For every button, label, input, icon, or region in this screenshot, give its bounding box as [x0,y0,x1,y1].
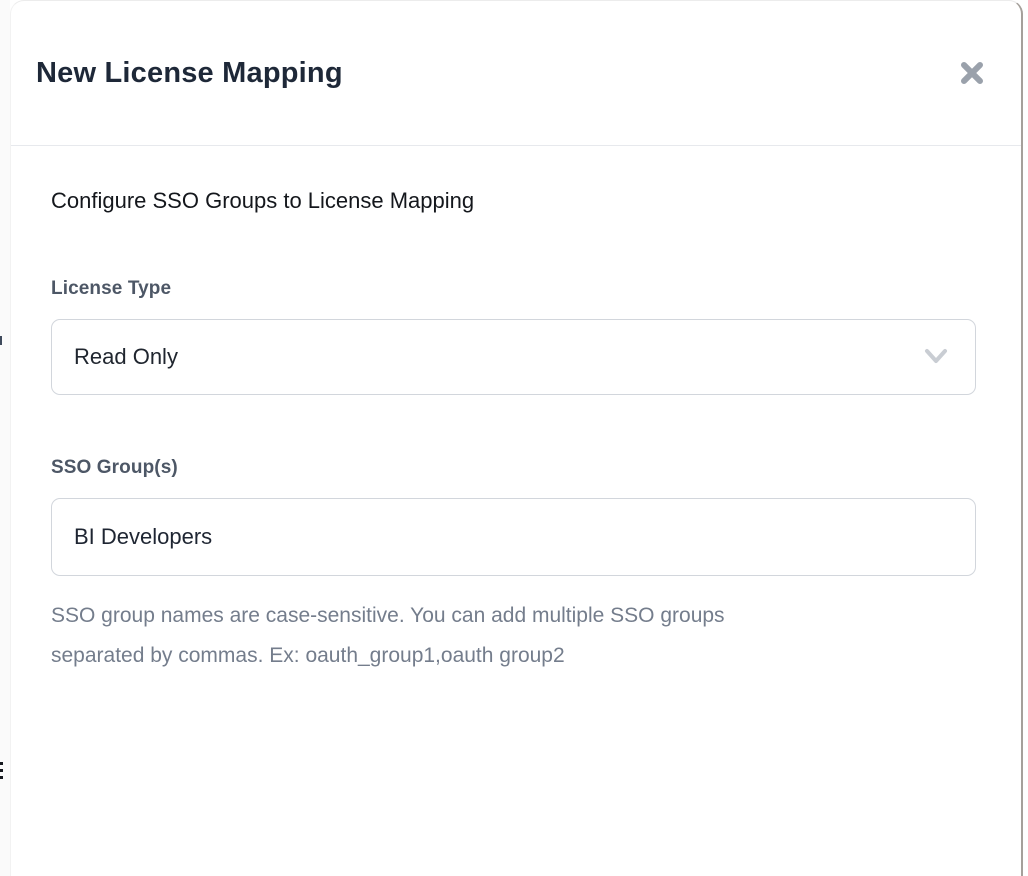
license-type-label: License Type [51,278,976,300]
dialog-subtitle: Configure SSO Groups to License Mapping [51,188,976,214]
help-text-line-1: SSO group names are case-sensitive. You … [51,596,951,636]
screen: New License Mapping Configure SSO Groups… [0,0,1028,876]
page-backdrop-left [0,0,10,876]
new-license-mapping-dialog: New License Mapping Configure SSO Groups… [10,0,1023,876]
close-icon [958,59,986,87]
sso-groups-label: SSO Group(s) [51,457,976,479]
dialog-header: New License Mapping [11,1,1021,146]
sso-groups-input[interactable] [51,498,976,576]
help-text-line-2: separated by commas. Ex: oauth_group1,oa… [51,636,951,676]
background-content-fragment [0,336,2,345]
dialog-title: New License Mapping [36,57,343,90]
sso-groups-help-text: SSO group names are case-sensitive. You … [51,596,951,676]
close-button[interactable] [955,56,989,90]
list-icon [0,762,4,780]
dialog-body: Configure SSO Groups to License Mapping … [11,188,1021,676]
chevron-down-icon [921,347,951,367]
license-type-selected-value: Read Only [74,344,178,370]
license-type-select[interactable]: Read Only [51,319,976,395]
